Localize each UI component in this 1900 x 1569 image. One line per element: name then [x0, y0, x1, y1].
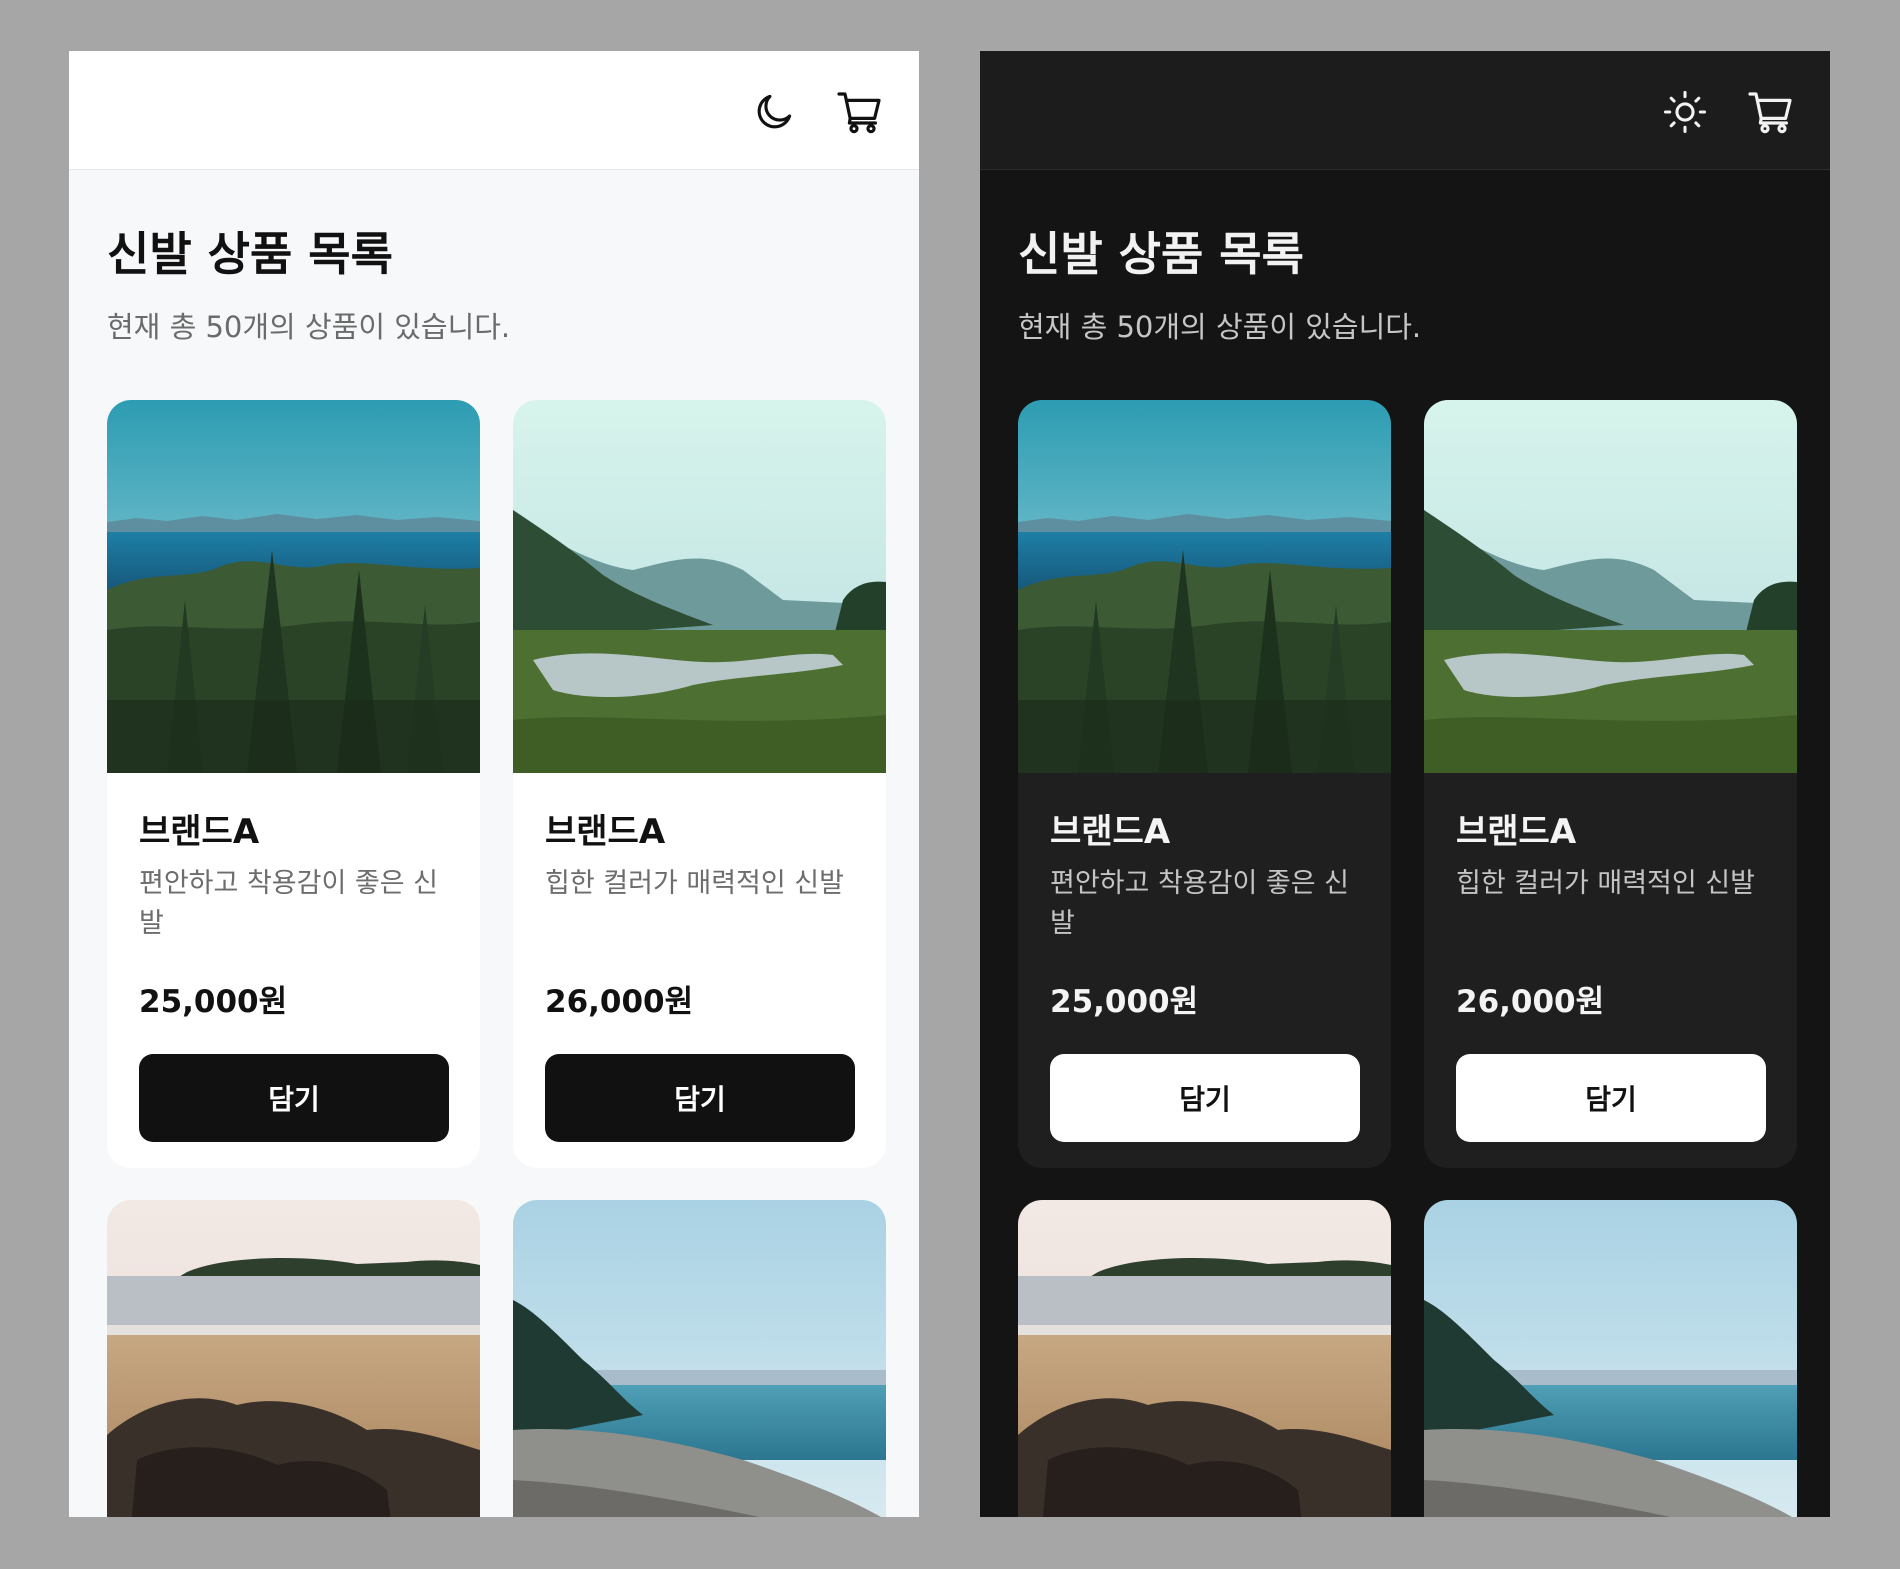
product-image [513, 1200, 886, 1517]
product-card[interactable] [1018, 1200, 1391, 1517]
product-card[interactable]: 브랜드A 편안하고 착용감이 좋은 신발 25,000원 담기 [107, 400, 480, 1168]
cart-icon [837, 92, 881, 134]
product-image [1424, 1200, 1797, 1517]
product-price: 25,000원 [1050, 984, 1199, 1020]
product-brand: 브랜드A [545, 812, 666, 852]
product-card[interactable]: 브랜드A 편안하고 착용감이 좋은 신발 25,000원 담기 [1018, 400, 1391, 1168]
product-price: 26,000원 [1456, 984, 1605, 1020]
add-to-cart-button[interactable]: 담기 [139, 1054, 449, 1142]
product-image [107, 1200, 480, 1517]
theme-toggle-button[interactable] [1660, 87, 1710, 137]
sun-icon [1663, 90, 1707, 134]
top-bar [980, 51, 1830, 170]
product-card[interactable]: 브랜드A 힙한 컬러가 매력적인 신발 26,000원 담기 [1424, 400, 1797, 1168]
product-description: 편안하고 착용감이 좋은 신발 [1050, 868, 1349, 939]
light-theme-screen: 신발 상품 목록 현재 총 50개의 상품이 있습니다. 브랜드A 편안하고 착… [69, 51, 919, 1517]
cart-button[interactable] [835, 87, 885, 137]
product-description: 편안하고 착용감이 좋은 신발 [139, 868, 438, 939]
product-image [1424, 400, 1797, 773]
product-count-text: 현재 총 50개의 상품이 있습니다. [107, 310, 511, 344]
product-price: 26,000원 [545, 984, 694, 1020]
product-brand: 브랜드A [139, 812, 260, 852]
product-price: 25,000원 [139, 984, 288, 1020]
theme-toggle-button[interactable] [749, 87, 799, 137]
product-description: 힙한 컬러가 매력적인 신발 [545, 868, 844, 899]
product-card[interactable] [107, 1200, 480, 1517]
moon-icon [757, 94, 792, 129]
add-to-cart-button[interactable]: 담기 [545, 1054, 855, 1142]
product-brand: 브랜드A [1456, 812, 1577, 852]
top-bar [69, 51, 919, 170]
product-image [107, 400, 480, 773]
product-count-text: 현재 총 50개의 상품이 있습니다. [1018, 310, 1422, 344]
product-image [1018, 400, 1391, 773]
product-brand: 브랜드A [1050, 812, 1171, 852]
page-title: 신발 상품 목록 [107, 227, 393, 281]
cart-button[interactable] [1746, 87, 1796, 137]
cart-icon [1748, 92, 1792, 134]
add-to-cart-button[interactable]: 담기 [1456, 1054, 1766, 1142]
product-description: 힙한 컬러가 매력적인 신발 [1456, 868, 1755, 899]
page-title: 신발 상품 목록 [1018, 227, 1304, 281]
product-card[interactable] [1424, 1200, 1797, 1517]
product-card[interactable] [513, 1200, 886, 1517]
product-card[interactable]: 브랜드A 힙한 컬러가 매력적인 신발 26,000원 담기 [513, 400, 886, 1168]
product-image [1018, 1200, 1391, 1517]
add-to-cart-button[interactable]: 담기 [1050, 1054, 1360, 1142]
product-image [513, 400, 886, 773]
dark-theme-screen: 신발 상품 목록 현재 총 50개의 상품이 있습니다. 브랜드A 편안하고 착… [980, 51, 1830, 1517]
